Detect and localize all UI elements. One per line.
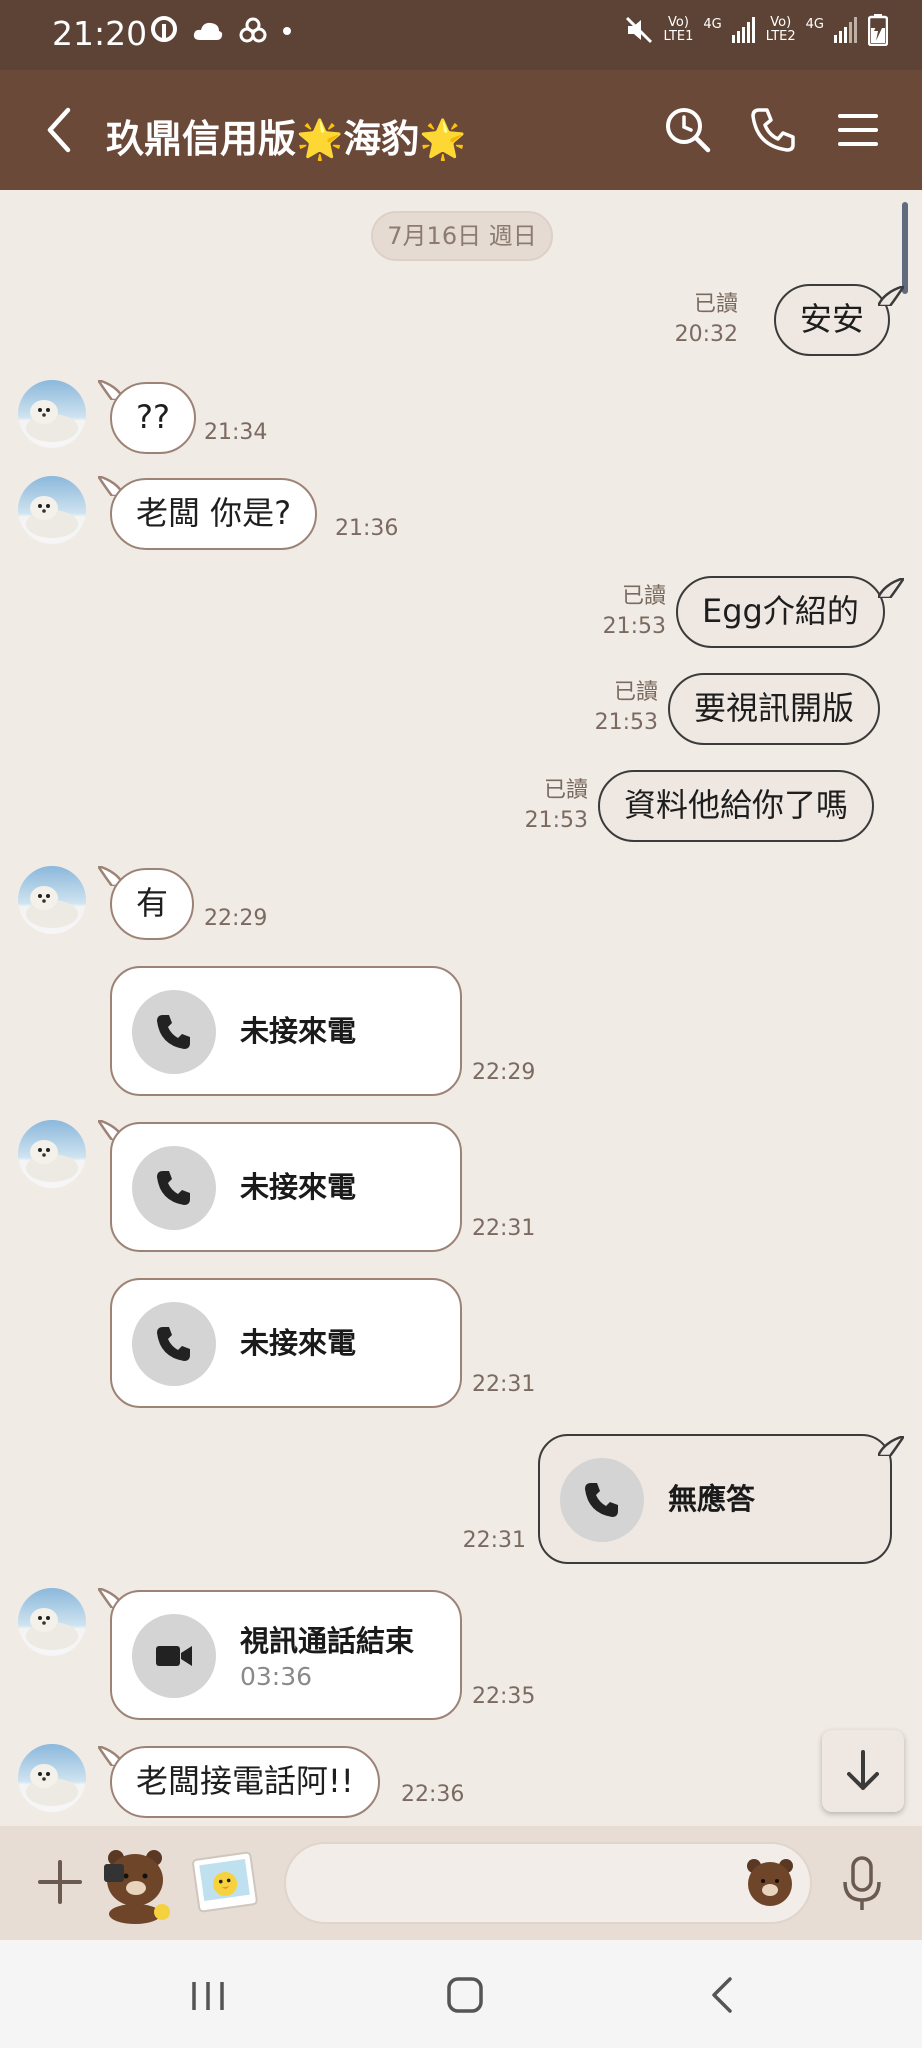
status-bar: 21:20 Vo) LTE1 4G Vo) LTE2 4G xyxy=(0,0,922,70)
message-time: 21:36 xyxy=(335,516,399,541)
seal-avatar-icon xyxy=(26,886,78,928)
search-clock-icon[interactable] xyxy=(660,102,716,158)
message-time: 22:31 xyxy=(462,1528,526,1553)
message-bubble[interactable]: 安安 xyxy=(774,284,891,356)
message-meta: 已讀 21:53 xyxy=(603,582,666,642)
read-receipt: 已讀 xyxy=(621,584,666,609)
message-time: 21:53 xyxy=(602,614,666,639)
seal-avatar-icon xyxy=(26,1608,78,1650)
call-label: 未接來電 xyxy=(240,1014,357,1048)
message-input[interactable] xyxy=(284,1842,812,1924)
cloud-icon xyxy=(193,22,223,40)
message-meta: 已讀 20:32 xyxy=(675,290,738,350)
pinwheel-icon xyxy=(239,17,267,43)
seal-avatar-icon xyxy=(26,400,78,442)
missed-call-card[interactable]: 未接來電 xyxy=(110,1122,462,1252)
status-time: 21:20 xyxy=(52,14,148,53)
call-label: 無應答 xyxy=(668,1482,756,1516)
dot-icon xyxy=(283,27,291,35)
avatar[interactable] xyxy=(18,476,86,544)
sticker-photo-icon[interactable] xyxy=(190,1850,260,1916)
message-meta: 已讀 21:53 xyxy=(525,776,588,836)
message-bubble[interactable]: 要視訊開版 xyxy=(668,673,881,745)
chat-header: 玖鼎信用版🌟海豹🌟 xyxy=(0,70,922,190)
phone-icon xyxy=(157,1015,190,1049)
bubble-tail xyxy=(878,578,904,598)
call-label: 未接來電 xyxy=(240,1170,357,1204)
message-time: 22:29 xyxy=(204,906,268,931)
phone-icon xyxy=(585,1483,618,1517)
no-answer-call-card[interactable]: 無應答 xyxy=(538,1434,892,1564)
call-duration: 03:36 xyxy=(240,1662,313,1691)
muted-icon xyxy=(625,16,652,44)
recent-apps-icon[interactable] xyxy=(190,1978,226,2014)
message-time: 21:53 xyxy=(524,808,588,833)
system-nav-bar xyxy=(0,1940,922,2048)
message-bubble[interactable]: ?? xyxy=(110,382,196,454)
message-bubble[interactable]: 資料他給你了嗎 xyxy=(598,770,875,842)
home-icon[interactable] xyxy=(446,1976,484,2014)
phone-icon[interactable] xyxy=(745,102,801,158)
message-time: 22:31 xyxy=(472,1372,536,1397)
message-time: 22:31 xyxy=(472,1216,536,1241)
emoji-icon[interactable] xyxy=(742,1854,798,1910)
message-bubble[interactable]: Egg介紹的 xyxy=(676,576,885,648)
microphone-icon[interactable] xyxy=(840,1854,884,1914)
read-receipt: 已讀 xyxy=(543,778,588,803)
date-divider: 7月16日 週日 xyxy=(371,211,553,261)
avatar[interactable] xyxy=(18,380,86,448)
video-camera-icon xyxy=(156,1646,192,1666)
message-time: 20:32 xyxy=(674,322,738,347)
read-receipt: 已讀 xyxy=(693,292,738,317)
message-time: 21:53 xyxy=(594,710,658,735)
nav-back-icon[interactable] xyxy=(706,1976,736,2014)
location-icon xyxy=(151,16,177,42)
avatar[interactable] xyxy=(18,1744,86,1812)
scrollbar[interactable] xyxy=(902,202,908,294)
battery-charging-icon xyxy=(868,14,888,46)
message-time: 21:34 xyxy=(204,420,268,445)
back-icon[interactable] xyxy=(40,104,80,156)
bubble-tail xyxy=(878,286,904,306)
seal-avatar-icon xyxy=(26,1140,78,1182)
message-time: 22:36 xyxy=(401,1782,465,1807)
avatar[interactable] xyxy=(18,866,86,934)
seal-avatar-icon xyxy=(26,496,78,538)
message-bubble[interactable]: 老闆接電話阿!! xyxy=(110,1746,380,1818)
signal-2-icon xyxy=(834,17,857,43)
call-label: 未接來電 xyxy=(240,1326,357,1360)
avatar[interactable] xyxy=(18,1588,86,1656)
signal-icon xyxy=(731,17,755,43)
chat-messages[interactable]: 7月16日 週日 已讀 20:32 安安 ?? 21:34 老闆 你是? 21:… xyxy=(0,190,922,1826)
phone-icon xyxy=(157,1327,190,1361)
video-call-card[interactable]: 視訊通話結束 03:36 xyxy=(110,1590,462,1720)
menu-icon[interactable] xyxy=(830,102,886,158)
bubble-tail xyxy=(878,1436,904,1456)
message-time: 22:29 xyxy=(472,1060,536,1085)
message-bubble[interactable]: 有 xyxy=(110,868,195,940)
seal-avatar-icon xyxy=(26,1764,78,1806)
phone-icon xyxy=(157,1171,190,1205)
call-label: 視訊通話結束 xyxy=(240,1624,415,1658)
missed-call-card[interactable]: 未接來電 xyxy=(110,1278,462,1408)
plus-icon[interactable] xyxy=(36,1858,84,1906)
avatar[interactable] xyxy=(18,1120,86,1188)
message-bubble[interactable]: 老闆 你是? xyxy=(110,478,318,550)
message-meta: 已讀 21:53 xyxy=(595,678,658,738)
read-receipt: 已讀 xyxy=(613,680,658,705)
scroll-to-bottom-button[interactable] xyxy=(822,1730,904,1812)
missed-call-card[interactable]: 未接來電 xyxy=(110,966,462,1096)
chat-title: 玖鼎信用版🌟海豹🌟 xyxy=(106,117,467,161)
message-time: 22:35 xyxy=(472,1684,536,1709)
message-input-bar xyxy=(0,1826,922,1940)
brown-bear-sticker-icon[interactable] xyxy=(98,1844,176,1924)
arrow-down-icon xyxy=(847,1750,879,1790)
